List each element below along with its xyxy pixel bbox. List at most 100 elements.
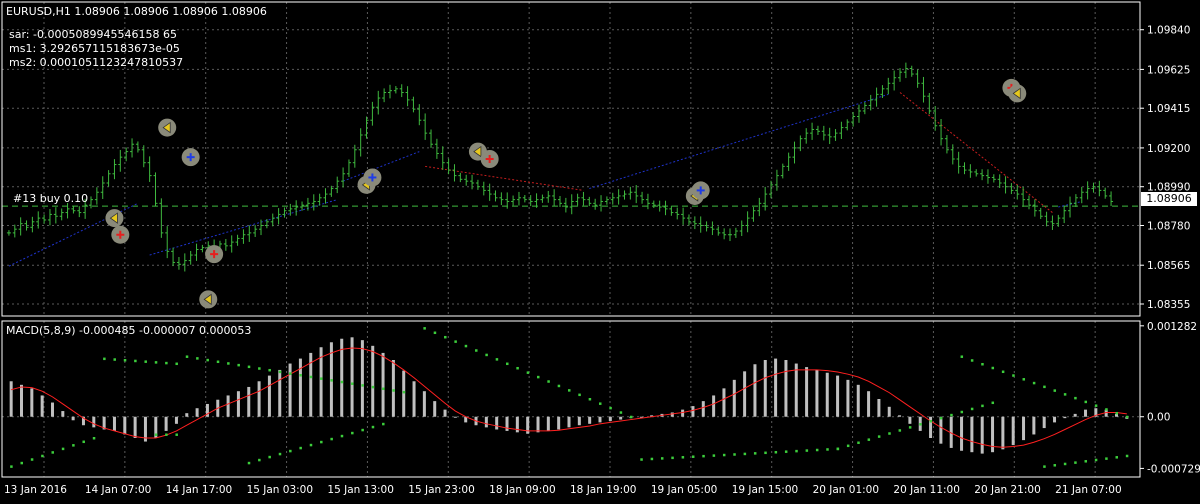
macd-histogram-bar bbox=[836, 375, 840, 417]
macd-dot-series bbox=[960, 355, 1129, 419]
macd-dot bbox=[227, 362, 230, 365]
macd-dot-series bbox=[1043, 454, 1129, 468]
macd-histogram-bar bbox=[908, 416, 912, 424]
macd-dot bbox=[1053, 389, 1057, 392]
trading-chart[interactable]: 13 Jan 2016 14 Jan 07:00 14 Jan 17:00 15 Ja… bbox=[0, 0, 1200, 500]
time-tick-label: 18 Jan 09:00 bbox=[489, 484, 555, 496]
macd-dot bbox=[309, 375, 313, 379]
macd-histogram-bar bbox=[257, 381, 261, 417]
macd-dot bbox=[361, 428, 364, 432]
macd-dot bbox=[495, 358, 499, 361]
macd-histogram-bar bbox=[763, 360, 767, 417]
macd-histogram-bar bbox=[61, 411, 65, 417]
indicator-ms2-value: ms2: 0.0001051123247810537 bbox=[9, 56, 184, 69]
macd-dot bbox=[702, 454, 705, 458]
macd-histogram-bar bbox=[226, 395, 230, 417]
macd-histogram-bar bbox=[1063, 416, 1067, 419]
macd-dot bbox=[1125, 415, 1129, 419]
macd-histogram-bar bbox=[505, 416, 509, 431]
macd-dot bbox=[660, 457, 664, 460]
macd-dot bbox=[382, 422, 385, 426]
macd-histogram-bar bbox=[815, 369, 819, 417]
macd-dot bbox=[691, 455, 695, 458]
macd-histogram-bar bbox=[588, 416, 592, 424]
macd-histogram-bar bbox=[1011, 416, 1015, 446]
macd-histogram-bar bbox=[443, 409, 447, 417]
macd-histogram-bar bbox=[867, 391, 871, 417]
time-tick-label: 21 Jan 07:00 bbox=[1055, 484, 1121, 496]
macd-histogram-bar bbox=[856, 384, 860, 417]
trade-marker-close[interactable] bbox=[199, 290, 218, 309]
macd-dot bbox=[289, 449, 292, 453]
macd-dot bbox=[795, 449, 798, 453]
trade-marker-sell[interactable] bbox=[205, 245, 224, 264]
macd-histogram-bar bbox=[805, 367, 809, 417]
macd-dot bbox=[51, 451, 54, 454]
macd-dot-series bbox=[154, 433, 178, 436]
time-tick-label: 15 Jan 23:00 bbox=[408, 484, 474, 496]
macd-histogram-bar bbox=[112, 416, 116, 431]
macd-dot bbox=[1043, 385, 1046, 389]
macd-tick-label: -0.000729 bbox=[1147, 463, 1200, 475]
macd-dot bbox=[165, 361, 168, 365]
macd-dot bbox=[351, 431, 354, 435]
macd-tick-label: 0.00 bbox=[1147, 412, 1170, 424]
macd-signal-line bbox=[11, 347, 1127, 448]
price-tick-label: 1.08780 bbox=[1147, 220, 1190, 232]
macd-dot bbox=[526, 371, 530, 374]
macd-histogram-bar bbox=[557, 416, 561, 430]
price-tick-label: 1.09625 bbox=[1147, 64, 1190, 76]
macd-dot bbox=[444, 335, 447, 339]
macd-histogram-bar bbox=[774, 358, 778, 417]
macd-histogram-bar bbox=[732, 379, 736, 417]
chart-canvas[interactable]: 13 Jan 2016 14 Jan 07:00 14 Jan 17:00 15 Ja… bbox=[0, 0, 1200, 500]
macd-dot bbox=[268, 368, 271, 372]
trade-marker-close[interactable] bbox=[158, 118, 177, 137]
time-tick-label: 18 Jan 19:00 bbox=[570, 484, 636, 496]
macd-dot-series bbox=[10, 437, 96, 468]
macd-histogram-bar bbox=[784, 360, 788, 417]
macd-dot bbox=[206, 358, 209, 362]
macd-dot bbox=[981, 362, 984, 366]
macd-indicator bbox=[9, 327, 1129, 468]
macd-histogram-bar bbox=[536, 416, 540, 433]
macd-dot bbox=[836, 447, 840, 451]
open-trade-label[interactable]: #13 buy 0.10 bbox=[13, 192, 88, 205]
macd-dot bbox=[1032, 381, 1036, 385]
trade-marker-buy[interactable] bbox=[691, 181, 710, 200]
macd-dot bbox=[61, 447, 65, 451]
macd-dot bbox=[629, 415, 633, 419]
trade-marker-close[interactable] bbox=[1008, 84, 1027, 103]
macd-histogram-bar bbox=[50, 402, 54, 417]
macd-histogram-bar bbox=[195, 408, 199, 417]
macd-dot bbox=[1063, 393, 1067, 396]
macd-histogram-bar bbox=[794, 363, 798, 417]
macd-dot bbox=[609, 406, 612, 410]
macd-histogram-bar bbox=[288, 363, 292, 417]
macd-histogram-bar bbox=[340, 338, 344, 417]
time-tick-label: 19 Jan 05:00 bbox=[651, 484, 717, 496]
macd-dot bbox=[464, 344, 468, 348]
trade-markers[interactable] bbox=[105, 78, 1200, 309]
macd-histogram-bar bbox=[1053, 416, 1057, 423]
trade-marker-close[interactable] bbox=[105, 209, 124, 228]
macd-histogram-bar bbox=[577, 416, 581, 426]
macd-dot bbox=[1022, 378, 1026, 381]
macd-histogram-bar bbox=[1084, 409, 1088, 417]
symbol-title: EURUSD,H1 1.08906 1.08906 1.08906 1.0890… bbox=[6, 5, 267, 18]
macd-dot bbox=[475, 349, 478, 352]
macd-dot bbox=[733, 453, 736, 456]
trade-marker-buy[interactable] bbox=[181, 148, 200, 167]
macd-histogram-bar bbox=[402, 370, 406, 417]
macd-dot bbox=[361, 384, 364, 387]
macd-dot bbox=[753, 452, 757, 455]
trade-marker-sell[interactable] bbox=[111, 225, 130, 244]
trade-marker-sell[interactable] bbox=[480, 150, 499, 168]
time-tick-label: 20 Jan 11:00 bbox=[893, 484, 959, 496]
macd-dot bbox=[867, 438, 871, 441]
macd-dot bbox=[908, 426, 912, 429]
macd-dot bbox=[1053, 464, 1057, 467]
trade-marker-buy[interactable] bbox=[363, 168, 382, 187]
price-tick-label: 1.09840 bbox=[1147, 25, 1190, 37]
macd-dot bbox=[309, 443, 313, 447]
